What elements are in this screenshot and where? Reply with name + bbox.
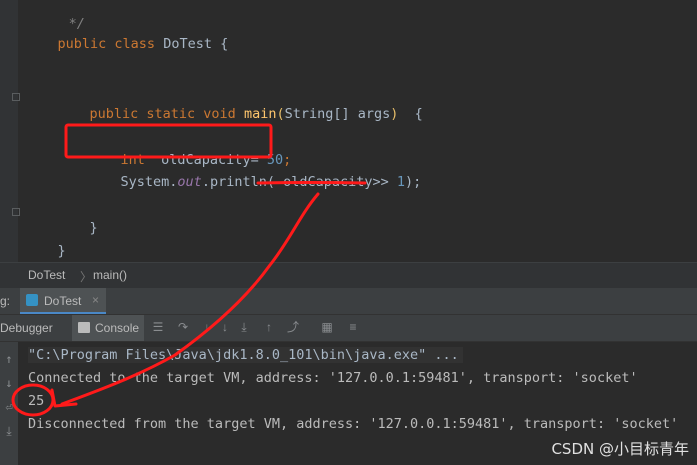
console-icon [78,322,90,333]
code-text: .println( oldCapacity>> [201,174,397,190]
code-editor[interactable]: */ public class DoTest { public static v… [0,0,697,262]
up-arrow-icon[interactable]: ↑ [2,352,16,366]
tab-console-label: Console [95,321,140,335]
breadcrumb-method[interactable]: main() [93,268,127,282]
step-over-icon[interactable]: ↷ [176,320,190,334]
run-label: g: [0,294,11,308]
wrap-icon[interactable]: ⏎ [2,400,16,414]
code-text: ); [405,174,422,190]
step-out-icon[interactable]: ⤓ [237,320,251,334]
scroll-end-icon[interactable]: ⤓ [2,424,16,438]
number-literal: 1 [396,174,406,190]
watermark: CSDN @小目标青年 [551,440,689,458]
down-arrow-icon[interactable]: ↓ [2,376,16,390]
breadcrumb-class[interactable]: DoTest [28,268,65,282]
keyword: public class [57,36,164,52]
menu-icon[interactable]: ☰ [151,320,165,334]
paren: ( [276,106,285,122]
brace: } [57,243,66,259]
console-line-output: 25 [28,393,45,409]
debug-toolbar: Debugger Console ☰ ↷ ↓ ↓ ⤓ ↑ ⤴ ▦ ≡ [0,315,697,342]
evaluate-icon[interactable]: ▦ [320,320,334,334]
force-step-into-icon[interactable]: ↓ [218,320,232,334]
step-up-icon[interactable]: ↑ [262,320,276,334]
params: String[] args [284,106,391,122]
run-tab-dotest[interactable]: DoTest × [20,288,106,314]
keyword: public static void [89,106,244,122]
console-line: "C:\Program Files\Java\jdk1.8.0_101\bin\… [28,347,463,363]
brace: } [89,220,98,236]
fold-marker[interactable] [12,208,20,216]
breadcrumb-separator: 〉 [80,270,93,284]
class-name: DoTest { [163,36,229,52]
tab-debugger[interactable]: Debugger [0,315,62,341]
code-text: System. [120,174,178,190]
method-name: main [243,106,277,122]
run-tab-label: DoTest [44,294,82,308]
run-tool-window-header: g: DoTest × [0,288,697,315]
tab-debugger-label: Debugger [0,321,53,335]
breadcrumb: DoTest 〉 main() [0,262,697,288]
run-to-cursor-icon[interactable]: ⤴ [286,320,300,334]
java-class-icon [26,294,38,306]
brace: { [398,106,423,122]
console-gutter: ↑ ↓ ⏎ ⤓ [0,342,18,465]
close-icon[interactable]: × [92,293,99,307]
editor-gutter [0,0,18,262]
static-field: out [177,174,202,190]
fold-marker[interactable] [12,93,20,101]
code-line: public class DoTest { [25,20,229,68]
code-line: public static void main(String[] args) { [57,90,423,138]
console-line: Disconnected from the target VM, address… [28,416,679,432]
tab-console[interactable]: Console [72,315,144,341]
code-line: System.out.println( oldCapacity>> 1); [88,158,422,206]
console-line: Connected to the target VM, address: '12… [28,370,638,386]
layout-icon[interactable]: ≡ [346,320,360,334]
step-into-icon[interactable]: ↓ [200,320,214,334]
